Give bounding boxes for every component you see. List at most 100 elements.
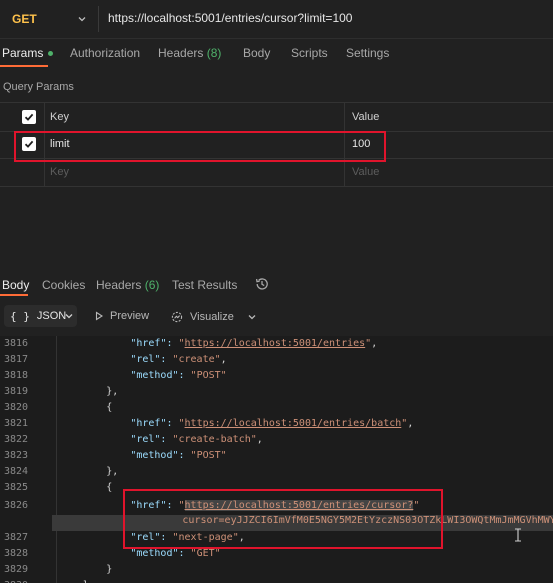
tab-headers-label: Headers — [158, 46, 204, 60]
quote: " — [220, 450, 227, 461]
line-number: 3826 — [4, 500, 29, 511]
tab-scripts[interactable]: Scripts — [291, 46, 328, 60]
tab-params[interactable]: Params — [2, 46, 54, 60]
code-line: 3816 "href": "https://localhost:5001/entr… — [0, 338, 553, 354]
chevron-down-icon — [78, 17, 86, 22]
line-number: 3816 — [4, 338, 29, 349]
empty-key-cell — [44, 159, 345, 186]
json-link-value[interactable]: https://localhost:5001/entries/batch — [185, 418, 402, 429]
code-text: "href": "https://localhost:5001/entries/… — [130, 418, 413, 429]
code-text: }, — [106, 466, 118, 477]
preview-label: Preview — [110, 310, 150, 322]
select-all-checkbox[interactable] — [22, 110, 36, 124]
line-number: 3827 — [4, 532, 29, 543]
highlight-box-next-page — [123, 489, 443, 549]
quote: " — [214, 548, 221, 559]
visualize-icon — [171, 311, 183, 323]
quote: ": — [154, 354, 173, 365]
code-text: "method": "POST" — [130, 450, 226, 461]
punctuation: , — [407, 418, 414, 429]
format-select[interactable]: { } JSON — [4, 305, 77, 327]
params-active-dot — [48, 51, 54, 57]
line-number: 3828 — [4, 548, 29, 559]
chevron-down-icon — [65, 314, 73, 319]
visualize-button[interactable]: Visualize — [170, 310, 234, 324]
code-text: } — [106, 564, 112, 575]
check-icon — [24, 113, 34, 121]
param-empty-row: Key Value — [0, 159, 553, 187]
line-number: 3819 — [4, 386, 29, 397]
json-value: create — [178, 354, 215, 365]
line-number: 3823 — [4, 450, 29, 461]
code-line: 3821 "href": "https://localhost:5001/entr… — [0, 418, 553, 434]
braces-icon: { } — [10, 309, 30, 323]
json-value: POST — [196, 370, 221, 381]
punctuation: { — [106, 402, 113, 413]
code-line: 3819}, — [0, 386, 553, 402]
chevron-down-icon[interactable] — [247, 312, 257, 322]
code-line: 3818 "method": "POST" — [0, 370, 553, 386]
json-key: rel — [136, 354, 155, 365]
quote: ": — [172, 370, 191, 381]
line-number: 3824 — [4, 466, 29, 477]
code-text: "rel": "create-batch", — [130, 434, 263, 445]
new-value-input[interactable]: Value — [352, 166, 379, 178]
tab-settings[interactable]: Settings — [346, 46, 389, 60]
method-label: GET — [12, 12, 37, 26]
text-cursor-icon — [515, 528, 521, 542]
preview-button[interactable]: Preview — [94, 310, 149, 322]
tab-headers[interactable]: Headers (8) — [158, 46, 221, 60]
tab-headers-count: (8) — [206, 46, 222, 60]
punctuation: , — [256, 434, 263, 445]
code-text: }, — [106, 386, 118, 397]
code-text: "href": "https://localhost:5001/entries"… — [130, 338, 377, 349]
tab-test-results[interactable]: Test Results — [172, 278, 237, 292]
json-value: POST — [196, 450, 221, 461]
code-line: 3820 { — [0, 402, 553, 418]
format-label: JSON — [36, 310, 67, 322]
quote: ": — [172, 450, 191, 461]
tab-response-headers-label: Headers — [96, 278, 142, 292]
highlight-box-param — [14, 131, 386, 162]
code-line: 3817 "rel": "create", — [0, 354, 553, 370]
active-tab-indicator — [0, 65, 48, 67]
json-key: method — [136, 450, 173, 461]
code-line: 3828 "method": "GET" — [0, 548, 553, 564]
code-line: 3822 "rel": "create-batch", — [0, 434, 553, 450]
code-text: "method": "GET" — [130, 548, 220, 559]
value-column-header: Value — [352, 111, 380, 123]
method-select[interactable]: GET — [4, 6, 94, 32]
query-params-title: Query Params — [3, 81, 74, 93]
tab-params-label: Params — [2, 46, 44, 60]
json-key: method — [136, 370, 173, 381]
tab-authorization[interactable]: Authorization — [70, 46, 140, 60]
request-tabs: Params Authorization Headers (8) Body Sc… — [0, 46, 553, 68]
code-text: { — [106, 482, 112, 493]
visualize-label: Visualize — [190, 311, 234, 323]
history-icon[interactable] — [254, 276, 270, 292]
json-value: create-batch — [178, 434, 251, 445]
tab-body[interactable]: Body — [243, 46, 270, 60]
json-link-value[interactable]: https://localhost:5001/entries — [185, 338, 366, 349]
code-text: { — [106, 402, 112, 413]
punctuation: , — [371, 338, 378, 349]
code-text: "method": "POST" — [130, 370, 226, 381]
empty-check-cell — [0, 159, 45, 186]
quote: ": — [160, 338, 179, 349]
punctuation: }, — [106, 466, 119, 477]
line-number: 3825 — [4, 482, 29, 493]
tab-response-headers[interactable]: Headers (6) — [96, 278, 159, 292]
json-key: href — [136, 338, 161, 349]
code-text: "rel": "create", — [130, 354, 226, 365]
tab-response-body[interactable]: Body — [2, 278, 29, 292]
params-header-row: Key Value — [0, 102, 553, 132]
quote: ": — [160, 418, 179, 429]
line-number: 3820 — [4, 402, 29, 413]
new-key-input[interactable]: Key — [50, 166, 69, 178]
url-input[interactable]: https://localhost:5001/entries/cursor?li… — [108, 11, 352, 25]
line-number: 3818 — [4, 370, 29, 381]
play-icon — [95, 311, 104, 321]
tab-cookies[interactable]: Cookies — [42, 278, 85, 292]
json-value: GET — [196, 548, 215, 559]
header-check-cell — [0, 103, 45, 131]
